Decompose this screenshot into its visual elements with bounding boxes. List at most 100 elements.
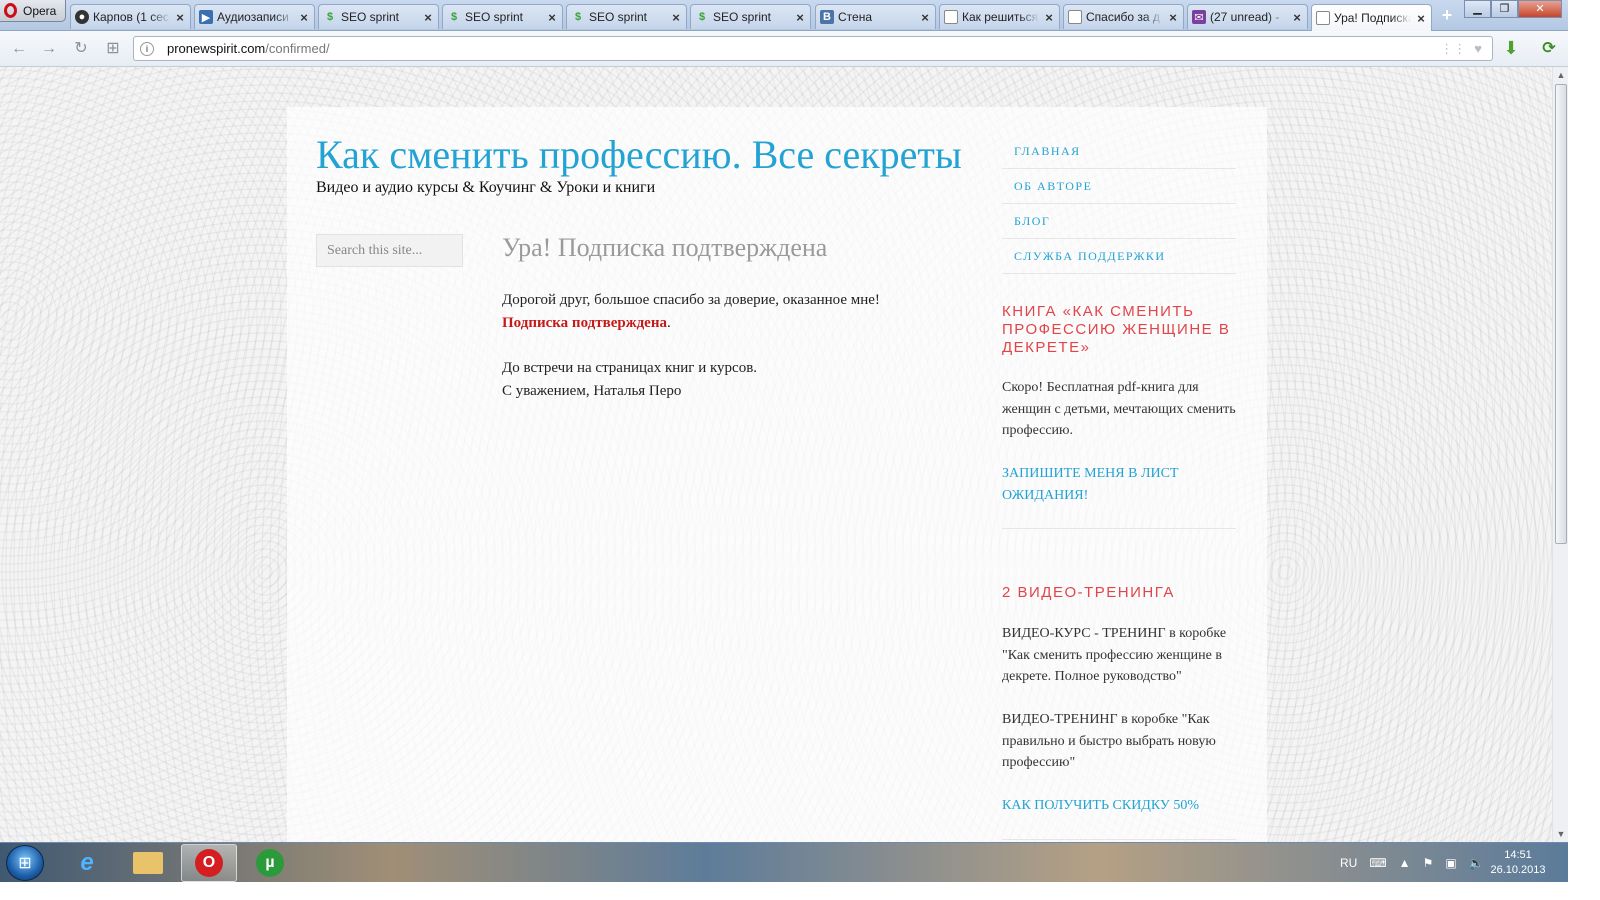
tab-title: SEO sprint — [465, 10, 524, 24]
tab-seo-sprint-2[interactable]: $ SEO sprint × — [442, 4, 563, 29]
seo-sprint-icon: $ — [326, 11, 334, 23]
nav-item-support[interactable]: СЛУЖБА ПОДДЕРЖКИ — [1002, 239, 1236, 274]
tab-active-confirmed[interactable]: Ура! Подписка × — [1311, 4, 1432, 31]
tab-title: SEO sprint — [589, 10, 648, 24]
tab-title: Ура! Подписка — [1334, 11, 1411, 25]
close-icon[interactable]: × — [174, 10, 186, 25]
tab-audio[interactable]: ▶ Аудиозаписи × — [194, 4, 315, 29]
opera-taskbar-button[interactable]: O — [181, 844, 237, 882]
video-training-text: ВИДЕО-ТРЕНИНГ в коробке "Как правильно и… — [1002, 712, 1216, 770]
play-icon: ▶ — [199, 10, 213, 24]
seo-sprint-icon: $ — [574, 11, 582, 23]
widget-divider — [1002, 528, 1236, 529]
close-icon[interactable]: × — [546, 10, 558, 25]
tab-seo-sprint-1[interactable]: $ SEO sprint × — [318, 4, 439, 29]
tab-seo-sprint-4[interactable]: $ SEO sprint × — [690, 4, 811, 29]
update-icon[interactable]: ⟳ — [1540, 38, 1558, 58]
download-icon[interactable]: ⬇ — [1502, 38, 1520, 58]
tab-title: Аудиозаписи — [217, 10, 289, 24]
discount-link[interactable]: КАК ПОЛУЧИТЬ СКИДКУ 50% — [1002, 795, 1238, 817]
folder-icon — [133, 852, 163, 874]
tab-mail[interactable]: ✉ (27 unread) - × — [1187, 4, 1308, 29]
scroll-down-arrow-icon[interactable]: ▼ — [1553, 826, 1569, 842]
opera-menu-button[interactable]: Opera — [0, 0, 66, 22]
minimize-icon[interactable]: ▁ — [1464, 0, 1491, 18]
action-center-flag-icon[interactable]: ⚑ — [1423, 856, 1434, 870]
video-widget-title: 2 ВИДЕО-ТРЕНИНГА — [1002, 584, 1175, 601]
opera-icon: O — [195, 849, 223, 877]
tab-karpov[interactable]: ● Карпов (1 сессия) × — [70, 4, 191, 29]
post-line-confirmed: Подписка подтверждена. — [502, 315, 671, 332]
stash-icon[interactable]: ⋮⋮ — [1440, 41, 1466, 57]
clock[interactable]: 14:51 26.10.2013 — [1488, 848, 1548, 878]
book-widget-text: Скоро! Бесплатная pdf-книга для женщин с… — [1002, 380, 1236, 438]
tray-expand-icon[interactable]: ▲ — [1399, 856, 1411, 870]
close-icon[interactable]: × — [919, 10, 931, 25]
search-input[interactable]: Search this site... — [316, 234, 463, 267]
keyboard-icon[interactable]: ⌨ — [1369, 856, 1386, 870]
close-icon[interactable]: × — [422, 10, 434, 25]
back-arrow-icon[interactable]: ← — [8, 39, 30, 59]
close-icon[interactable]: × — [1291, 10, 1303, 25]
site-tagline: Видео и аудио курсы & Коучинг & Уроки и … — [316, 179, 656, 196]
maximize-icon[interactable]: ❐ — [1491, 0, 1518, 18]
file-explorer-button[interactable] — [120, 844, 176, 882]
post-strong-suffix: . — [666, 315, 671, 331]
nav-item-blog[interactable]: БЛОГ — [1002, 204, 1236, 239]
scroll-thumb[interactable] — [1555, 84, 1567, 544]
window-close-icon[interactable]: ✕ — [1518, 0, 1562, 18]
avatar-icon: ● — [75, 10, 89, 24]
post-title: Ура! Подписка подтверждена — [502, 233, 828, 262]
utorrent-button[interactable]: µ — [242, 844, 298, 882]
page-viewport: Как сменить профессию. Все секреты Видео… — [0, 67, 1552, 842]
site-info-icon[interactable]: i — [140, 41, 154, 56]
scroll-up-arrow-icon[interactable]: ▲ — [1553, 67, 1569, 83]
post-line-see-you: До встречи на страницах книг и курсов. — [502, 360, 758, 376]
speed-dial-icon[interactable]: ⊞ — [102, 39, 124, 59]
windows-taskbar: ⊞ e O µ RU ⌨ ▲ ⚑ ▣ 🔈 14:51 26.10.2013 — [0, 842, 1568, 882]
heart-icon[interactable]: ♥ — [1474, 41, 1482, 57]
tab-title: Как решиться — [962, 10, 1039, 24]
new-tab-button[interactable]: + — [1437, 6, 1457, 25]
close-icon[interactable]: × — [670, 10, 682, 25]
internet-explorer-button[interactable]: e — [59, 844, 115, 882]
tab-spasibo[interactable]: Спасибо за д × — [1063, 4, 1184, 29]
network-icon[interactable]: ▣ — [1445, 856, 1456, 870]
vertical-scrollbar[interactable]: ▲ ▼ — [1552, 67, 1568, 842]
volume-icon[interactable]: 🔈 — [1469, 856, 1484, 870]
close-icon[interactable]: × — [1043, 10, 1055, 25]
page-icon — [1316, 11, 1330, 25]
widget-divider — [1002, 839, 1236, 840]
window-controls: ▁ ❐ ✕ — [1464, 0, 1562, 18]
nav-item-about[interactable]: ОБ АВТОРЕ — [1002, 169, 1236, 204]
post-strong-text: Подписка подтверждена — [502, 315, 667, 331]
post-line-thanks: Дорогой друг, большое спасибо за доверие… — [502, 292, 880, 308]
forward-arrow-icon[interactable]: → — [38, 39, 60, 59]
close-icon[interactable]: × — [1415, 11, 1427, 26]
close-icon[interactable]: × — [1167, 10, 1179, 25]
utorrent-icon: µ — [256, 849, 284, 877]
tab-wall[interactable]: B Стена × — [815, 4, 936, 29]
page-icon — [1068, 10, 1082, 24]
close-icon[interactable]: × — [794, 10, 806, 25]
seo-sprint-icon: $ — [450, 11, 458, 23]
internet-explorer-icon: e — [80, 849, 94, 876]
post-line-signature: С уважением, Наталья Перо — [502, 383, 682, 399]
nav-item-home[interactable]: ГЛАВНАЯ — [1002, 134, 1236, 169]
page-icon — [944, 10, 958, 24]
tab-kak-reshitsya[interactable]: Как решиться × — [939, 4, 1060, 29]
opera-menu-label: Opera — [23, 3, 57, 18]
waitlist-link[interactable]: ЗАПИШИТЕ МЕНЯ В ЛИСТ ОЖИДАНИЯ! — [1002, 463, 1238, 506]
address-host: pronewspirit.com — [167, 41, 266, 56]
tab-title: Спасибо за д — [1086, 10, 1160, 24]
clock-time: 14:51 — [1504, 849, 1532, 861]
close-icon[interactable]: × — [298, 10, 310, 25]
site-title[interactable]: Как сменить профессию. Все секреты — [316, 131, 962, 178]
search-placeholder: Search this site... — [327, 243, 423, 258]
reload-icon[interactable]: ↻ — [70, 39, 92, 59]
language-indicator[interactable]: RU — [1340, 856, 1357, 870]
address-bar[interactable]: i pronewspirit.com/confirmed/ ⋮⋮ ♥ — [133, 36, 1493, 61]
tab-seo-sprint-3[interactable]: $ SEO sprint × — [566, 4, 687, 29]
tab-title: SEO sprint — [713, 10, 772, 24]
start-button[interactable]: ⊞ — [6, 845, 44, 881]
